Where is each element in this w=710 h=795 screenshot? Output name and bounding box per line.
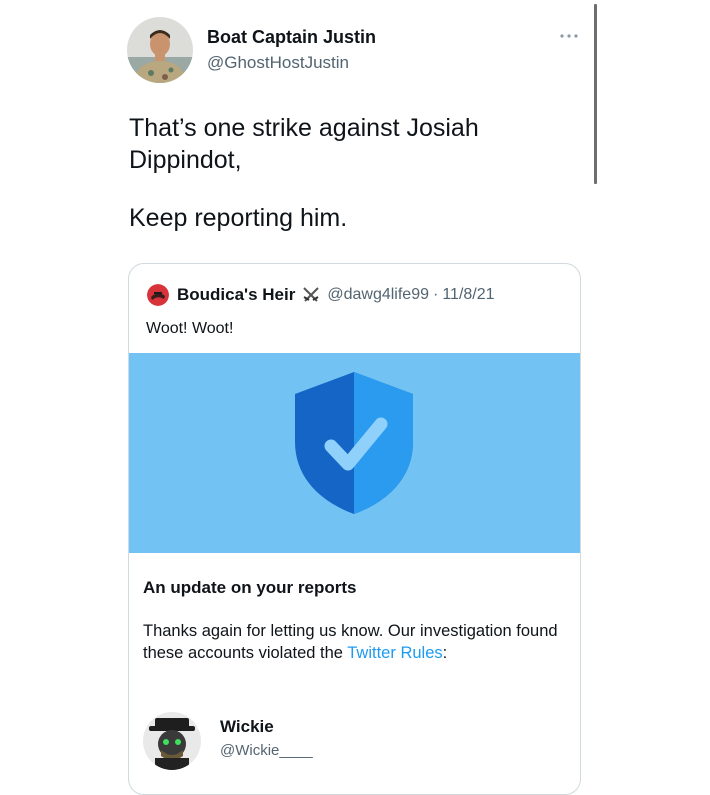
twitter-rules-link[interactable]: Twitter Rules xyxy=(347,644,442,662)
author-avatar[interactable] xyxy=(127,17,193,83)
reported-account-name[interactable]: Wickie xyxy=(220,717,274,737)
reported-account-handle[interactable]: @Wickie____ xyxy=(220,742,313,759)
more-horizontal-icon[interactable] xyxy=(558,28,580,38)
quoted-author-name[interactable]: Boudica's Heir xyxy=(177,285,295,305)
crossed-swords-icon xyxy=(301,286,321,304)
reported-account-avatar[interactable] xyxy=(143,712,201,770)
report-update-banner xyxy=(129,353,580,553)
scrollbar[interactable] xyxy=(594,4,597,184)
quoted-author-handle[interactable]: @dawg4life99 xyxy=(327,286,429,304)
header-separator: · xyxy=(433,286,439,303)
quoted-author-avatar[interactable] xyxy=(147,284,169,306)
quoted-tweet-header: Boudica's Heir @dawg4life99 · 11/8/21 xyxy=(147,284,495,306)
update-body: Thanks again for letting us know. Our in… xyxy=(143,620,563,664)
author-handle[interactable]: @GhostHostJustin xyxy=(207,53,349,73)
quoted-tweet-card[interactable]: Boudica's Heir @dawg4life99 · 11/8/21 Wo… xyxy=(128,263,581,795)
shield-check-icon xyxy=(291,368,417,518)
tweet-text: That’s one strike against Josiah Dippind… xyxy=(129,114,479,174)
author-name[interactable]: Boat Captain Justin xyxy=(207,27,376,48)
update-title: An update on your reports xyxy=(143,578,357,597)
quoted-tweet-text: Woot! Woot! xyxy=(146,320,234,337)
update-body-suffix: : xyxy=(442,644,448,662)
tweet-text-continued: Keep reporting him. xyxy=(129,204,348,232)
quoted-tweet-date[interactable]: 11/8/21 xyxy=(442,286,494,304)
